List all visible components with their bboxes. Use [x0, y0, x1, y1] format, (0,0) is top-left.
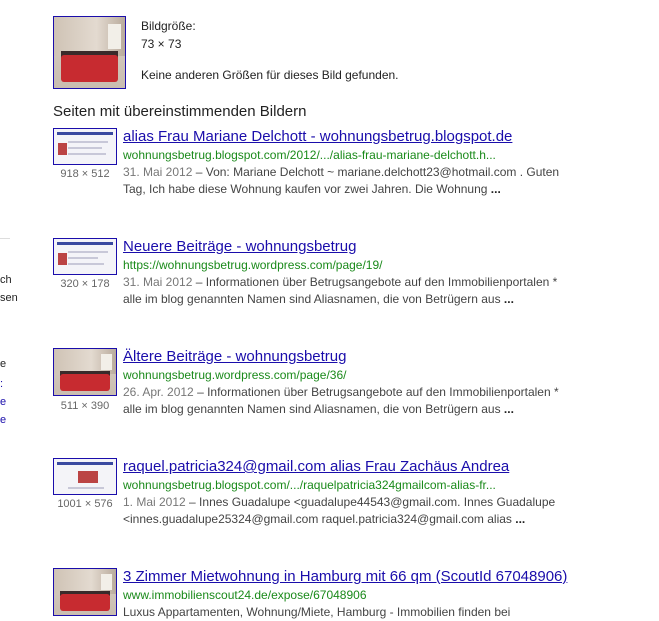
image-size-value: 73 × 73: [141, 37, 182, 51]
left-fragment-text: e: [0, 358, 7, 370]
result-ellipsis: ...: [490, 182, 501, 196]
left-fragment-text: sen: [0, 292, 18, 304]
result-title-link[interactable]: Ältere Beiträge - wohnungsbetrug: [123, 348, 346, 365]
result-thumbnail[interactable]: [53, 458, 117, 495]
result-snippet: Luxus Appartamenten, Wohnung/Miete, Hamb…: [123, 604, 563, 621]
result-snippet: 31. Mai 2012 – Informationen über Betrug…: [123, 274, 563, 308]
result-title-link[interactable]: alias Frau Mariane Delchott - wohnungsbe…: [123, 128, 512, 145]
left-divider: [0, 238, 10, 239]
left-fragment-text: ch: [0, 274, 12, 286]
image-size-label: Bildgröße:: [141, 19, 196, 33]
left-fragment-link[interactable]: e: [0, 396, 6, 408]
result-url: wohnungsbetrug.blogspot.com/.../raquelpa…: [123, 478, 496, 492]
result-date: 31. Mai 2012: [123, 165, 193, 179]
result-dimensions: 1001 × 576: [57, 498, 113, 510]
result-url: wohnungsbetrug.blogspot.com/2012/.../ali…: [123, 148, 496, 162]
result-thumbnail[interactable]: [53, 128, 117, 165]
result-thumbnail[interactable]: [53, 238, 117, 275]
result-title-link[interactable]: Neuere Beiträge - wohnungsbetrug: [123, 238, 356, 255]
result-item: 511 × 390 Ältere Beiträge - wohnungsbetr…: [53, 348, 653, 428]
result-snippet: 31. Mai 2012 – Von: Mariane Delchott ~ m…: [123, 164, 563, 198]
result-dimensions: 918 × 512: [60, 168, 110, 180]
result-snippet: 1. Mai 2012 – Innes Guadalupe <guadalupe…: [123, 494, 563, 528]
result-title-link[interactable]: 3 Zimmer Mietwohnung in Hamburg mit 66 q…: [123, 568, 567, 585]
left-fragment-link[interactable]: :: [0, 378, 3, 390]
result-title-link[interactable]: raquel.patricia324@gmail.com alias Frau …: [123, 458, 509, 475]
result-snippet-text: – Innes Guadalupe <guadalupe44543@gmail.…: [123, 495, 556, 526]
result-thumbnail[interactable]: [53, 348, 117, 396]
result-item: 320 × 178 Neuere Beiträge - wohnungsbetr…: [53, 238, 653, 318]
result-url: www.immobilienscout24.de/expose/67048906: [123, 588, 367, 602]
no-other-sizes-text: Keine anderen Größen für dieses Bild gef…: [141, 68, 399, 82]
result-url: https://wohnungsbetrug.wordpress.com/pag…: [123, 258, 383, 272]
section-title: Seiten mit übereinstimmenden Bildern: [53, 103, 307, 120]
result-ellipsis: ...: [503, 402, 514, 416]
result-dimensions: 511 × 390: [60, 400, 110, 412]
result-snippet: 26. Apr. 2012 – Informationen über Betru…: [123, 384, 563, 418]
result-thumbnail[interactable]: [53, 568, 117, 616]
result-item: 3 Zimmer Mietwohnung in Hamburg mit 66 q…: [53, 568, 653, 621]
query-image-thumbnail[interactable]: [53, 16, 126, 89]
result-dimensions: 320 × 178: [60, 278, 110, 290]
result-ellipsis: ...: [503, 292, 514, 306]
result-date: 31. Mai 2012: [123, 275, 193, 289]
result-date: 26. Apr. 2012: [123, 385, 194, 399]
result-ellipsis: ...: [515, 512, 526, 526]
result-date: 1. Mai 2012: [123, 495, 186, 509]
result-item: 918 × 512 alias Frau Mariane Delchott - …: [53, 128, 653, 208]
result-item: 1001 × 576 raquel.patricia324@gmail.com …: [53, 458, 653, 538]
result-url: wohnungsbetrug.wordpress.com/page/36/: [123, 368, 347, 382]
result-snippet-text: Luxus Appartamenten, Wohnung/Miete, Hamb…: [123, 605, 511, 619]
left-fragment-link[interactable]: e: [0, 414, 6, 426]
